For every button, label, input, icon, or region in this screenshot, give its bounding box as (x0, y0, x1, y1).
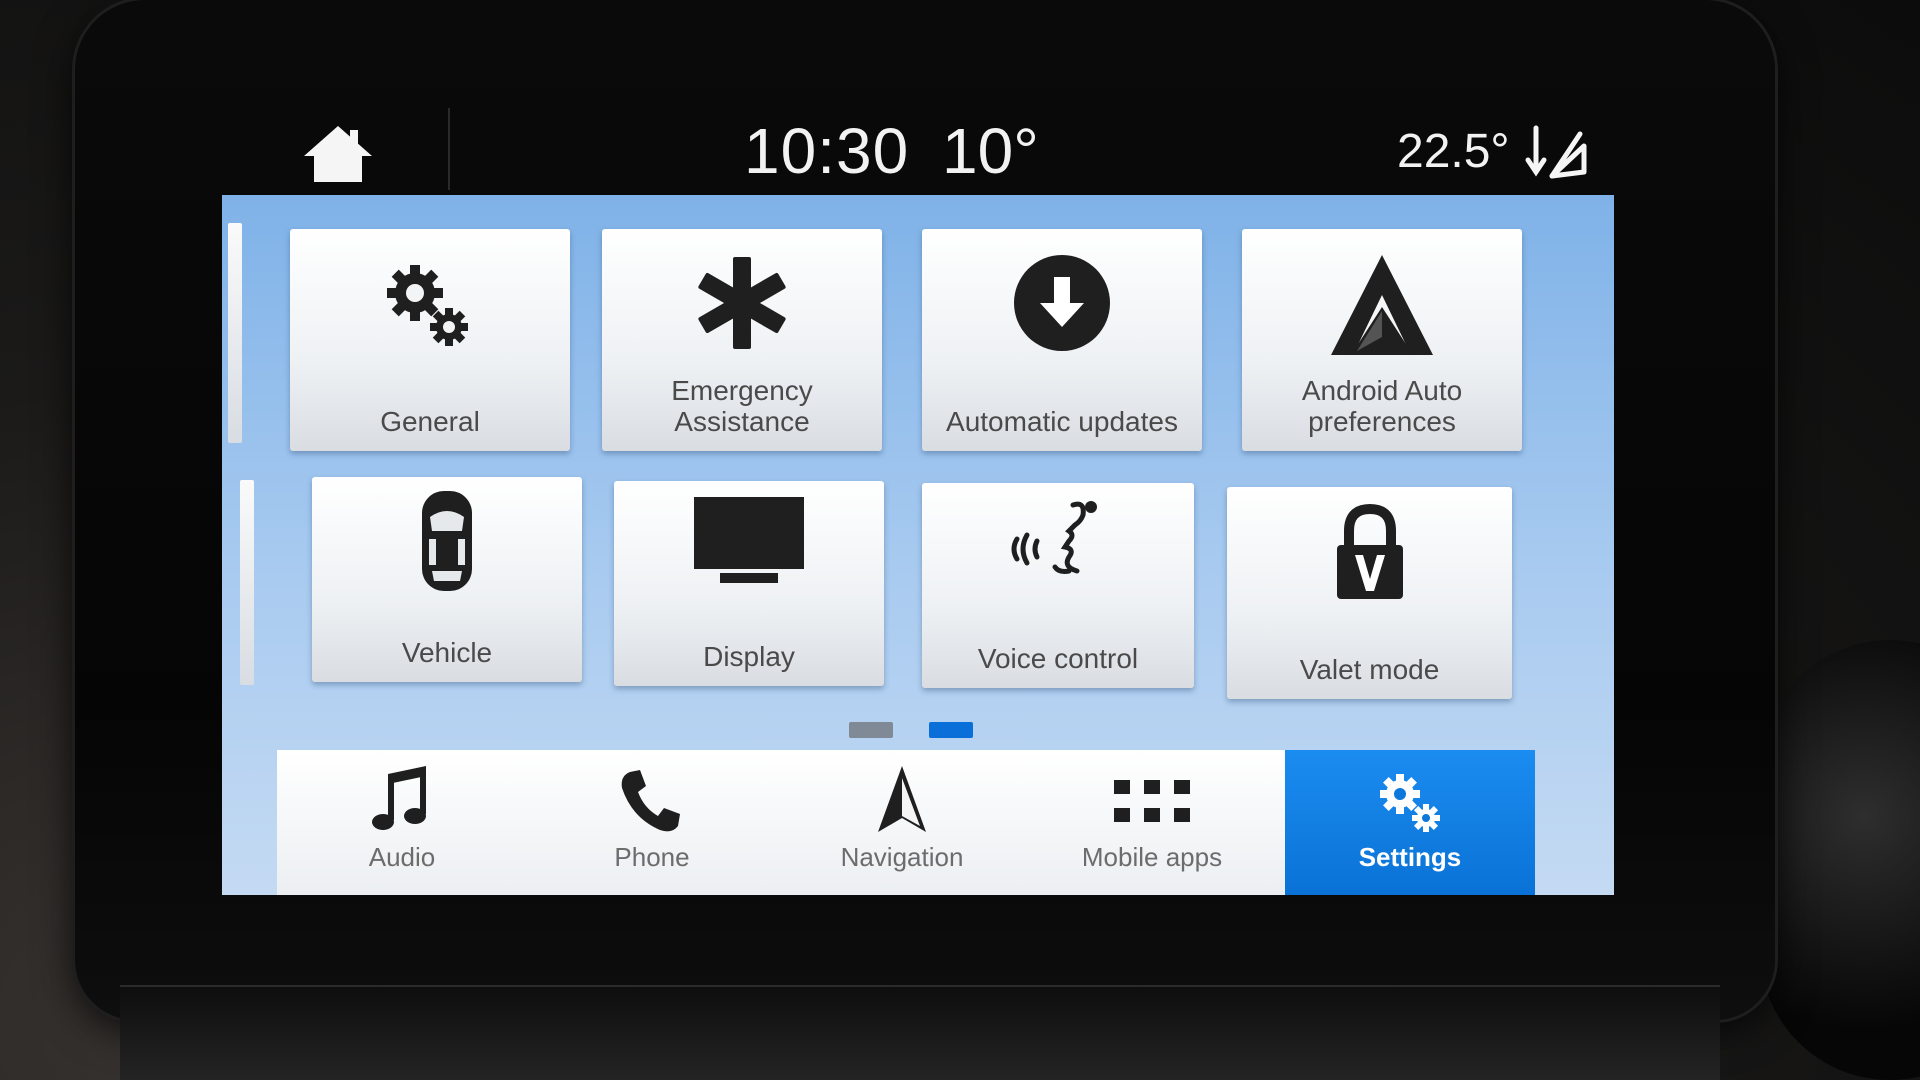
tile-label: Vehicle (401, 637, 493, 668)
tile-vehicle[interactable]: Vehicle (312, 477, 582, 682)
nav-label: Settings (1358, 842, 1462, 872)
monitor-icon (694, 497, 804, 583)
settings-screen: General Emergency Assistance Automatic u… (222, 195, 1614, 895)
home-button[interactable] (302, 122, 374, 186)
status-bar: 10:30 10° 22.5° (222, 100, 1612, 195)
nav-label: Audio (368, 842, 436, 872)
car-icon (422, 491, 472, 591)
dashboard-knob (1760, 640, 1920, 1080)
tile-android-auto-preferences[interactable]: Android Auto preferences (1242, 229, 1522, 451)
airflow-icon[interactable] (1522, 120, 1592, 184)
page-dot-2-active[interactable] (929, 722, 973, 738)
voice-icon (1011, 501, 1097, 574)
page-indicator (222, 722, 1614, 740)
music-note-icon (372, 766, 426, 830)
nav-mobile-apps[interactable]: Mobile apps (1027, 750, 1277, 895)
tile-label: Automatic updates (946, 406, 1178, 437)
download-circle-icon (1014, 255, 1110, 351)
gears-icon (387, 265, 468, 346)
tile-label: General (380, 406, 480, 437)
tile-display[interactable]: Display (614, 481, 884, 686)
nav-label: Phone (614, 842, 690, 872)
nav-navigation[interactable]: Navigation (777, 750, 1027, 895)
android-auto-icon (1331, 255, 1433, 355)
tile-label: Display (703, 641, 795, 672)
tile-label: Valet mode (1299, 654, 1440, 685)
nav-label: Mobile apps (1081, 842, 1223, 872)
home-icon (304, 126, 372, 182)
tile-voice-control[interactable]: Voice control (922, 483, 1194, 688)
previous-page-tile (228, 223, 242, 443)
phone-icon (621, 770, 680, 832)
tile-label: Android Auto preferences (1301, 375, 1463, 437)
tile-general[interactable]: General (290, 229, 570, 451)
outside-temperature: 10° (942, 115, 1039, 187)
dashboard-trim (120, 985, 1720, 1080)
previous-page-tile (240, 480, 254, 685)
lock-icon (1336, 503, 1403, 599)
bottom-nav: Audio Phone Navigation Mobile apps Setti… (277, 750, 1535, 895)
gears-icon (1380, 774, 1440, 832)
car-interior: 10:30 10° 22.5° General Emergency Assist… (0, 0, 1920, 1080)
status-divider (448, 108, 450, 190)
tile-automatic-updates[interactable]: Automatic updates (922, 229, 1202, 451)
nav-settings[interactable]: Settings (1285, 750, 1535, 895)
tile-label: Voice control (977, 643, 1139, 674)
clock: 10:30 (744, 115, 910, 187)
cabin-temperature[interactable]: 22.5° (1397, 124, 1510, 179)
tile-label: Emergency Assistance (671, 375, 813, 437)
navigation-arrow-icon (878, 766, 926, 832)
tile-emergency-assistance[interactable]: Emergency Assistance (602, 229, 882, 451)
nav-label: Navigation (840, 842, 964, 872)
tile-valet-mode[interactable]: Valet mode (1227, 487, 1512, 699)
nav-phone[interactable]: Phone (527, 750, 777, 895)
page-dot-1[interactable] (849, 722, 893, 738)
asterisk-icon (698, 257, 786, 349)
apps-grid-icon (1114, 780, 1190, 822)
nav-audio[interactable]: Audio (277, 750, 527, 895)
